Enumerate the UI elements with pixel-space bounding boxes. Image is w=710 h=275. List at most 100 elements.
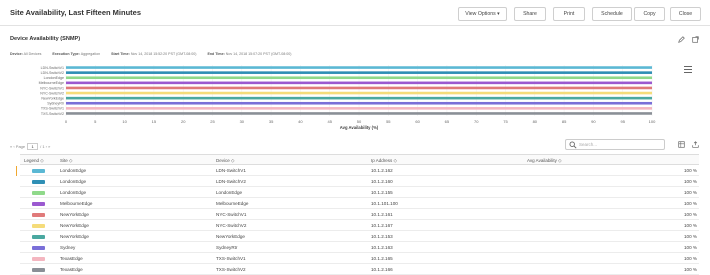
table-row[interactable]: LondonEdge LondonEdge 10.1.2.155 100 % <box>20 187 699 198</box>
column-avg-availability[interactable]: Avg Availability ◇ <box>527 158 562 164</box>
pager: « ‹ Page 1 / 1 › » <box>10 143 50 150</box>
y-tick-label: NYC-SwitchV1 <box>40 86 64 90</box>
column-site[interactable]: Site ◇ <box>60 158 72 164</box>
close-button[interactable]: Close <box>670 7 701 21</box>
x-tick-label: 25 <box>210 119 215 124</box>
table-row[interactable]: NewYorkEdge NYC-SwitchV2 10.1.2.167 100 % <box>20 220 699 231</box>
x-tick-label: 20 <box>181 119 186 124</box>
page-number-input[interactable]: 1 <box>27 143 39 150</box>
y-tick-label: LondonEdge <box>44 76 64 80</box>
search-placeholder: Search... <box>579 142 598 147</box>
bar <box>66 112 652 115</box>
availability-chart: 0 5 10 15 20 25 30 35 40 45 50 55 60 65 70 75 80 85 90 95 10… <box>39 65 656 130</box>
cell-avg-availability: 100 % <box>683 212 697 217</box>
legend-swatch <box>32 245 45 250</box>
meta-value: Nov 14, 2018 15:07:20 PST (GMT-08:00) <box>225 52 292 56</box>
legend-swatch <box>32 201 45 206</box>
share-button[interactable]: Share <box>514 7 546 21</box>
meta-label: Execution Type: <box>52 52 80 56</box>
columns-icon[interactable] <box>677 140 686 149</box>
x-tick-label: 40 <box>298 119 303 124</box>
availability-table: Legend ◇ Site ◇ Device ◇ Ip Address ◇ Av… <box>20 154 699 275</box>
x-tick-label: 5 <box>94 119 97 124</box>
table-body: LondonEdge LDN-SwitchV1 10.1.2.162 100 % Lon… <box>20 165 699 275</box>
table-row[interactable]: Sydney SydneyRtr 10.1.2.163 100 % <box>20 242 699 253</box>
meta-value: Nov 14, 2018 15:52:20 PST (GMT-08:00) <box>130 52 197 56</box>
cell-site: TexasEdge <box>60 256 83 261</box>
x-tick-label: 55 <box>386 119 391 124</box>
panel-title: Device Availability (SNMP) <box>10 36 81 42</box>
bar <box>66 66 652 69</box>
meta-value: Aggregation <box>80 52 101 56</box>
x-tick-label: 60 <box>415 119 420 124</box>
view-options-button[interactable]: View Options ▾ <box>458 7 507 21</box>
x-tick-label: 30 <box>240 119 245 124</box>
table-row[interactable]: MelbourneEdge MelbourneEdge 10.1.101.100 10… <box>20 198 699 209</box>
cell-avg-availability: 100 % <box>683 256 697 261</box>
y-tick-label: LDN-SwitchV2 <box>41 71 64 75</box>
x-tick-label: 35 <box>269 119 274 124</box>
cell-avg-availability: 100 % <box>683 190 697 195</box>
y-tick-label: LDN-SwitchV1 <box>41 66 64 70</box>
legend-swatch <box>32 179 45 184</box>
x-tick-label: 85 <box>562 119 567 124</box>
cell-device: NewYorkEdge <box>216 234 245 239</box>
pencil-icon[interactable] <box>676 34 686 44</box>
legend-swatch <box>32 212 45 217</box>
meta-label: End Time: <box>207 52 225 56</box>
report-meta: Device: All Devices Execution Type: Aggr… <box>10 52 301 56</box>
cell-ip: 10.1.2.160 <box>371 179 393 184</box>
column-ip-address[interactable]: Ip Address ◇ <box>371 158 397 164</box>
meta-label: Start Time: <box>111 52 130 56</box>
pager-suffix[interactable]: / 1 › » <box>40 144 50 149</box>
page-title: Site Availability, Last Fifteen Minutes <box>10 8 141 17</box>
x-tick-label: 15 <box>152 119 157 124</box>
cell-avg-availability: 100 % <box>683 201 697 206</box>
cell-avg-availability: 100 % <box>683 245 697 250</box>
x-tick-label: 45 <box>327 119 332 124</box>
schedule-button[interactable]: Schedule <box>592 7 632 21</box>
bar <box>66 96 652 100</box>
chart-menu-icon[interactable] <box>684 66 692 73</box>
legend-swatch <box>32 267 45 272</box>
table-row[interactable]: TexasEdge TXS-SwitchV2 10.1.2.166 100 % <box>20 264 699 275</box>
search-icon <box>569 141 577 149</box>
print-button[interactable]: Print <box>553 7 585 21</box>
export-icon[interactable] <box>691 140 700 149</box>
x-tick-label: 65 <box>445 119 450 124</box>
cell-ip: 10.1.2.163 <box>371 245 393 250</box>
search-input[interactable]: Search... <box>565 139 665 150</box>
cell-ip: 10.1.2.153 <box>371 234 393 239</box>
table-row[interactable]: NewYorkEdge NYC-SwitchV1 10.1.2.161 100 % <box>20 209 699 220</box>
cell-site: TexasEdge <box>60 267 83 272</box>
cell-site: LondonEdge <box>60 168 87 173</box>
cell-ip: 10.1.2.162 <box>371 168 393 173</box>
column-legend[interactable]: Legend ◇ <box>24 158 44 164</box>
bar <box>66 86 652 90</box>
legend-swatch <box>32 234 45 239</box>
cell-ip: 10.1.2.155 <box>371 190 393 195</box>
cell-device: MelbourneEdge <box>216 201 249 206</box>
cell-site: NewYorkEdge <box>60 234 89 239</box>
legend-swatch <box>32 256 45 261</box>
x-tick-label: 100 <box>649 119 656 124</box>
pager-prefix[interactable]: « ‹ Page <box>10 144 25 149</box>
top-bar: Site Availability, Last Fifteen Minutes … <box>0 0 710 26</box>
x-tick-label: 10 <box>122 119 127 124</box>
table-row[interactable]: NewYorkEdge NewYorkEdge 10.1.2.153 100 % <box>20 231 699 242</box>
meta-value: All Devices <box>23 52 42 56</box>
table-row[interactable]: LondonEdge LDN-SwitchV2 10.1.2.160 100 % <box>20 176 699 187</box>
cell-ip: 10.1.2.167 <box>371 223 393 228</box>
y-tick-label: MelbourneEdge <box>39 81 64 85</box>
bar <box>66 101 652 105</box>
y-tick-label: TXS-SwitchV1 <box>41 107 64 111</box>
table-row[interactable]: TexasEdge TXS-SwitchV1 10.1.2.165 100 % <box>20 253 699 264</box>
legend-swatch <box>32 168 45 173</box>
popout-icon[interactable] <box>690 34 700 44</box>
table-row[interactable]: LondonEdge LDN-SwitchV1 10.1.2.162 100 % <box>20 165 699 176</box>
y-tick-label: TXS-SwitchV2 <box>41 112 64 116</box>
cell-ip: 10.1.2.165 <box>371 256 393 261</box>
cell-device: LondonEdge <box>216 190 243 195</box>
column-device[interactable]: Device ◇ <box>216 158 234 164</box>
copy-button[interactable]: Copy <box>634 7 665 21</box>
